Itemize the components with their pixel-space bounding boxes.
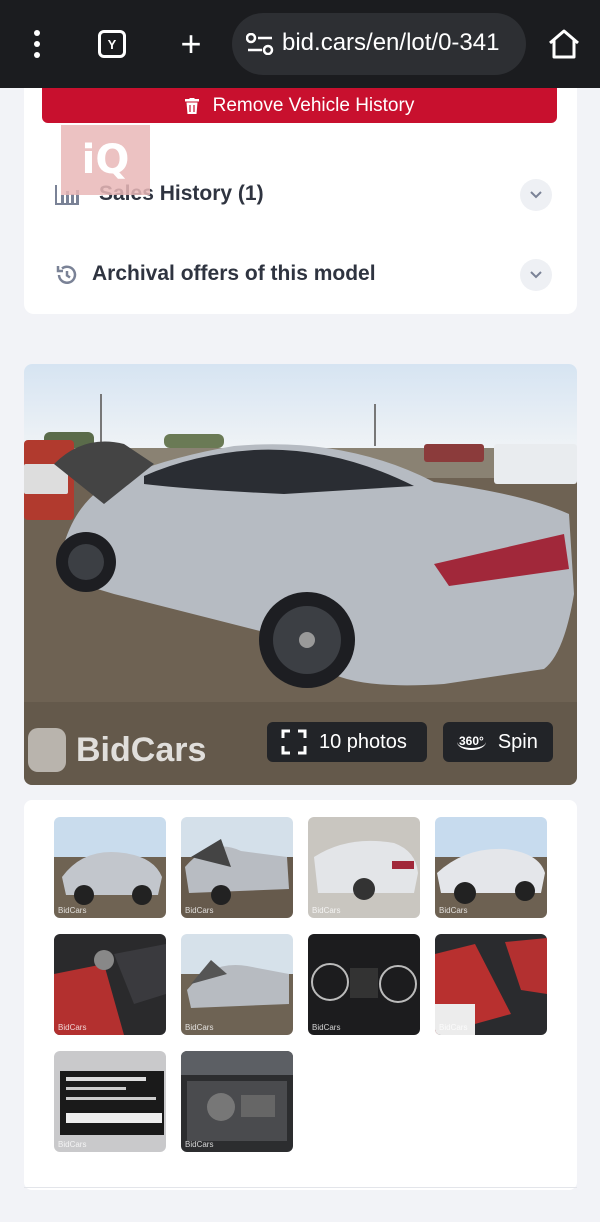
vehicle-history-card: Remove Vehicle History Sales History (1)… <box>24 88 577 314</box>
main-photo-card[interactable]: BidCars 10 photos 360° Spin <box>24 364 577 785</box>
watermark-text: BidCars <box>76 730 207 769</box>
thumbnail-engine-bay[interactable]: BidCars <box>181 1051 293 1152</box>
fullscreen-icon <box>281 729 307 755</box>
thumb-watermark: BidCars <box>58 906 87 915</box>
photos-count-button[interactable]: 10 photos <box>267 722 427 762</box>
chevron-down-icon[interactable] <box>520 259 552 291</box>
section-divider <box>24 1187 577 1188</box>
thumb-watermark: BidCars <box>185 906 214 915</box>
thumb-watermark: BidCars <box>312 906 341 915</box>
thumbnail-interior-rear-seats[interactable]: BidCars <box>435 934 547 1035</box>
bidcars-logo-icon <box>28 728 66 772</box>
iq-overlay-logo: iQ <box>61 125 150 195</box>
bidcars-watermark: BidCars <box>28 728 206 772</box>
thumbnail-grid: BidCars BidCars BidCars BidCars BidCars … <box>24 800 577 1190</box>
menu-dots-icon[interactable] <box>28 30 46 58</box>
thumb-watermark: BidCars <box>58 1140 87 1149</box>
remove-history-label: Remove Vehicle History <box>212 94 415 116</box>
spin-360-button[interactable]: 360° Spin <box>443 722 553 762</box>
spin-360-icon: 360° <box>457 734 486 750</box>
address-bar[interactable]: bid.cars/en/lot/0-341 <box>232 13 526 75</box>
home-icon[interactable] <box>546 26 582 62</box>
thumb-watermark: BidCars <box>185 1023 214 1032</box>
trash-icon <box>184 97 199 114</box>
url-text[interactable]: bid.cars/en/lot/0-341 <box>282 29 520 57</box>
thumbnail-exterior-front-left-2[interactable]: BidCars <box>435 817 547 918</box>
thumb-watermark: BidCars <box>185 1140 214 1149</box>
thumbnail-exterior-rear-right[interactable]: BidCars <box>308 817 420 918</box>
thumbnail-front-damage[interactable]: BidCars <box>181 817 293 918</box>
thumbnail-interior-front-seats[interactable]: BidCars <box>54 934 166 1035</box>
thumbnail-front-damage-2[interactable]: BidCars <box>181 934 293 1035</box>
thumbnail-door-label-sticker[interactable]: BidCars <box>54 1051 166 1152</box>
thumb-watermark: BidCars <box>312 1023 341 1032</box>
thumb-watermark: BidCars <box>439 1023 468 1032</box>
history-icon <box>56 265 77 284</box>
photos-count-label: 10 photos <box>319 730 407 753</box>
browser-toolbar: Y + bid.cars/en/lot/0-341 <box>0 0 600 88</box>
site-settings-icon[interactable] <box>246 33 274 55</box>
thumbnail-exterior-front-left[interactable]: BidCars <box>54 817 166 918</box>
chevron-down-icon[interactable] <box>520 179 552 211</box>
thumbnail-instrument-cluster[interactable]: BidCars <box>308 934 420 1035</box>
thumb-watermark: BidCars <box>58 1023 87 1032</box>
tab-switcher-button[interactable]: Y <box>98 30 126 58</box>
thumb-watermark: BidCars <box>439 906 468 915</box>
spin-label: Spin <box>497 730 538 753</box>
archival-offers-accordion[interactable]: Archival offers of this model <box>24 250 577 300</box>
archival-offers-label: Archival offers of this model <box>92 262 376 285</box>
new-tab-button[interactable]: + <box>176 26 206 62</box>
remove-vehicle-history-button[interactable]: Remove Vehicle History <box>42 88 557 123</box>
